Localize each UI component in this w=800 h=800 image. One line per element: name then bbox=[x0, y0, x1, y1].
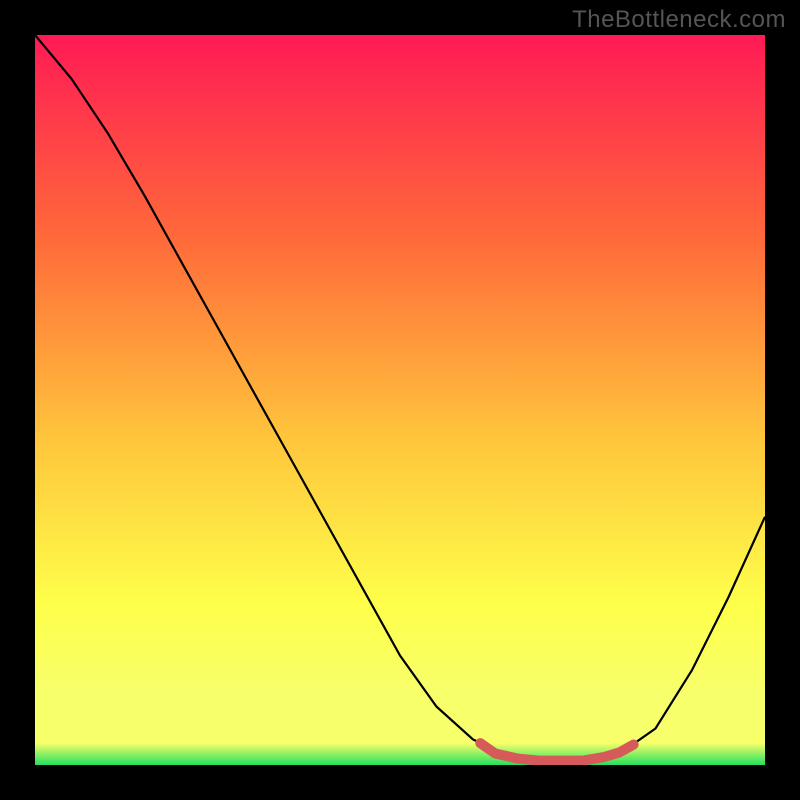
plot-area bbox=[35, 35, 765, 765]
watermark-label: TheBottleneck.com bbox=[572, 6, 786, 34]
chart-frame: TheBottleneck.com bbox=[0, 0, 800, 800]
bottleneck-chart bbox=[35, 35, 765, 765]
